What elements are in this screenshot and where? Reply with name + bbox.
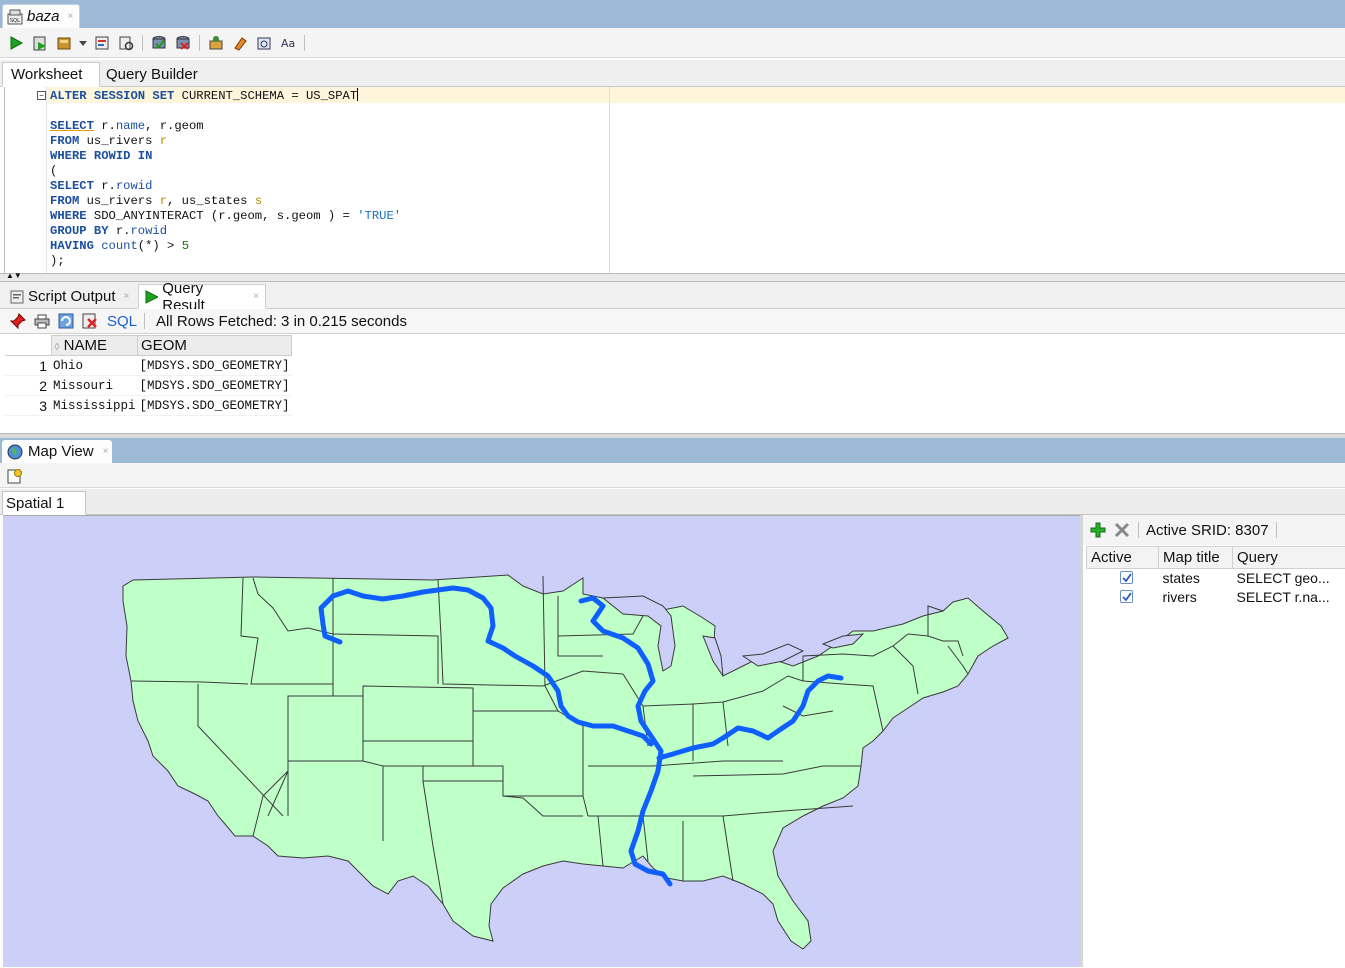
sql-link[interactable]: SQL <box>107 313 137 330</box>
us-map[interactable] <box>3 516 1080 968</box>
result-tabs: Script Output × Query Result × <box>0 282 1345 309</box>
map-layers-panel: Active SRID: 8307 Active Map title Query… <box>1080 515 1345 967</box>
layer-query-cell[interactable]: SELECT geo... <box>1233 569 1345 588</box>
cell-geom[interactable]: [MDSYS.SDO_GEOMETRY] <box>138 396 292 416</box>
sql-tuning-icon[interactable] <box>207 34 225 52</box>
layer-row[interactable]: rivers SELECT r.na... <box>1087 588 1345 607</box>
play-icon <box>145 290 158 304</box>
table-row[interactable]: 1 Ohio [MDSYS.SDO_GEOMETRY] <box>5 356 292 376</box>
tab-worksheet[interactable]: Worksheet <box>2 62 100 87</box>
toolbar-separator <box>1138 522 1139 538</box>
splitter-arrows-icon[interactable]: ▲▼ <box>6 272 22 280</box>
run-script-icon[interactable] <box>31 34 49 52</box>
cell-name[interactable]: Missouri <box>51 376 138 396</box>
layer-title-cell[interactable]: states <box>1159 569 1233 588</box>
commit-transaction-icon[interactable] <box>150 34 168 52</box>
editor-subtabs: Worksheet Query Builder <box>0 60 1345 87</box>
close-icon[interactable]: × <box>68 11 74 22</box>
layer-active-cell[interactable] <box>1087 588 1159 607</box>
map-view-title: Map View <box>28 443 94 460</box>
toolbar-separator <box>1276 522 1277 538</box>
toolbar-separator <box>142 35 143 51</box>
pin-icon[interactable] <box>9 312 27 330</box>
us-land <box>123 575 1008 949</box>
map-view-tab-strip: Map View × <box>0 438 1345 463</box>
row-number: 1 <box>5 356 51 376</box>
refresh-icon[interactable] <box>57 312 75 330</box>
worksheet-toolbar: Aa <box>0 28 1345 58</box>
fold-toggle-icon[interactable]: − <box>37 91 46 100</box>
cell-name[interactable]: Ohio <box>51 356 138 376</box>
close-icon[interactable]: × <box>253 291 259 302</box>
row-number: 2 <box>5 376 51 396</box>
tab-script-output[interactable]: Script Output × <box>4 284 135 309</box>
document-tab-baza[interactable]: SQL baza × <box>2 4 80 28</box>
row-number-header <box>5 336 51 356</box>
document-tab-strip: SQL baza × <box>0 0 1345 28</box>
remove-layer-icon[interactable] <box>1113 521 1131 539</box>
new-map-icon[interactable] <box>6 467 24 485</box>
column-header-geom[interactable]: GEOM <box>138 336 292 356</box>
layer-query-cell[interactable]: SELECT r.na... <box>1233 588 1345 607</box>
cancel-query-icon[interactable] <box>81 312 99 330</box>
active-srid-label: Active SRID: 8307 <box>1146 522 1269 539</box>
layers-toolbar: Active SRID: 8307 <box>1083 515 1345 545</box>
column-header-query[interactable]: Query <box>1233 547 1345 569</box>
editor-gutter <box>5 87 47 273</box>
tab-spatial-1[interactable]: Spatial 1 <box>2 491 86 515</box>
svg-text:Aa: Aa <box>281 37 295 50</box>
layer-active-cell[interactable] <box>1087 569 1159 588</box>
chevron-down-icon[interactable] <box>79 34 87 52</box>
tab-script-output-label: Script Output <box>28 288 116 305</box>
close-icon[interactable]: × <box>124 291 130 302</box>
tab-query-builder[interactable]: Query Builder <box>98 62 206 87</box>
table-row[interactable]: 2 Missouri [MDSYS.SDO_GEOMETRY] <box>5 376 292 396</box>
svg-text:SQL: SQL <box>10 18 20 24</box>
history-icon[interactable] <box>255 34 273 52</box>
tab-map-view[interactable]: Map View × <box>2 440 112 463</box>
layer-title-cell[interactable]: rivers <box>1159 588 1233 607</box>
clear-icon[interactable] <box>231 34 249 52</box>
result-grid[interactable]: ◊ NAME GEOM 1 Ohio [MDSYS.SDO_GEOMETRY] … <box>5 335 1345 433</box>
spatial-tabs: Spatial 1 <box>0 489 1345 515</box>
sort-icon[interactable]: ◊ <box>55 342 60 353</box>
layer-active-checkbox[interactable] <box>1120 590 1133 603</box>
layers-table[interactable]: Active Map title Query states SELECT geo… <box>1086 546 1345 607</box>
cell-geom[interactable]: [MDSYS.SDO_GEOMETRY] <box>138 376 292 396</box>
toolbar-separator <box>144 313 145 329</box>
column-header-map-title[interactable]: Map title <box>1159 547 1233 569</box>
sql-editor[interactable]: − ALTER SESSION SET CURRENT_SCHEMA = US_… <box>4 87 1345 273</box>
autotrace-icon[interactable] <box>93 34 111 52</box>
layer-active-checkbox[interactable] <box>1120 571 1133 584</box>
layer-row[interactable]: states SELECT geo... <box>1087 569 1345 588</box>
column-header-name-label: NAME <box>64 337 107 354</box>
map-view-toolbar <box>0 463 1345 488</box>
fetch-status: All Rows Fetched: 3 in 0.215 seconds <box>156 313 407 330</box>
column-header-active[interactable]: Active <box>1087 547 1159 569</box>
row-number: 3 <box>5 396 51 416</box>
commit-icon[interactable] <box>55 34 73 52</box>
toolbar-separator <box>199 35 200 51</box>
column-header-name[interactable]: ◊ NAME <box>51 336 138 356</box>
right-margin-line <box>609 87 610 273</box>
map-canvas[interactable] <box>3 515 1080 967</box>
script-output-icon <box>10 290 24 304</box>
cell-geom[interactable]: [MDSYS.SDO_GEOMETRY] <box>138 356 292 376</box>
format-icon[interactable]: Aa <box>279 34 297 52</box>
cell-name[interactable]: Mississippi <box>51 396 138 416</box>
sql-code: ALTER SESSION SET CURRENT_SCHEMA = US_SP… <box>50 88 401 269</box>
document-tab-title: baza <box>27 8 60 25</box>
close-icon[interactable]: × <box>103 446 109 457</box>
result-toolbar: SQL All Rows Fetched: 3 in 0.215 seconds <box>0 309 1345 334</box>
explain-plan-icon[interactable] <box>117 34 135 52</box>
globe-icon <box>7 444 23 460</box>
rollback-icon[interactable] <box>174 34 192 52</box>
sql-worksheet-icon: SQL <box>7 9 23 25</box>
toolbar-separator <box>304 35 305 51</box>
run-statement-icon[interactable] <box>7 34 25 52</box>
add-layer-icon[interactable] <box>1089 521 1107 539</box>
print-icon[interactable] <box>33 312 51 330</box>
table-row[interactable]: 3 Mississippi [MDSYS.SDO_GEOMETRY] <box>5 396 292 416</box>
tab-query-result[interactable]: Query Result × <box>138 284 266 309</box>
